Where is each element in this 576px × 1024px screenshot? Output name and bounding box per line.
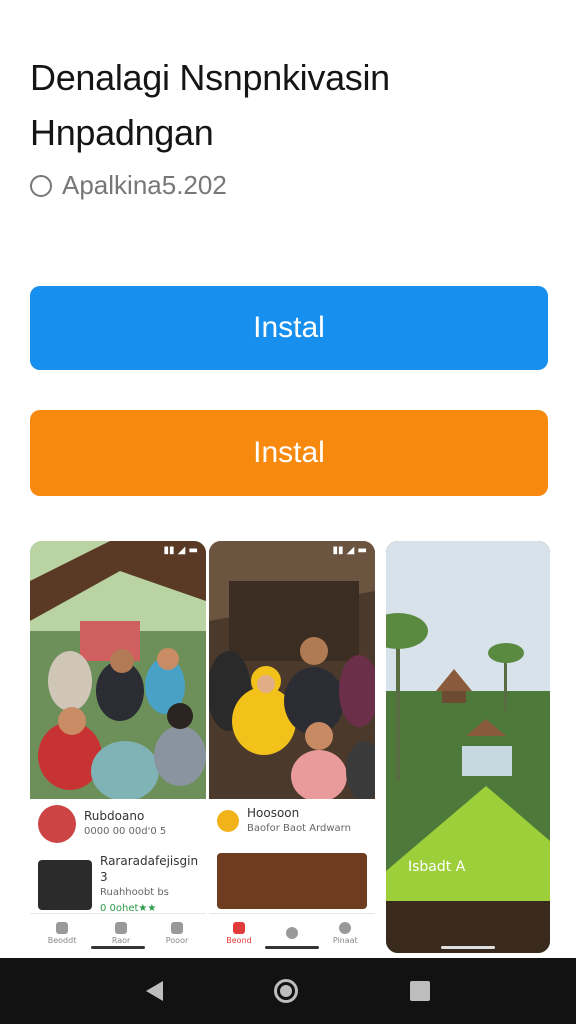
screenshot-photo [30,541,206,799]
item-subtitle: Ruahhoobt bs [100,887,169,898]
app-title: Denalagi Nsnpnkivasin Hnpadngan [30,57,390,153]
tab-feed[interactable]: Raor [112,922,130,945]
card-subtitle: 0000 00 00d'0 5 [84,826,167,837]
card-header[interactable]: Hoosoon Baofor Baot Ardwarn [217,805,367,837]
tab-favorites[interactable]: Pooor [166,922,188,945]
screenshot-photo [209,541,375,799]
card-header[interactable]: Rubdoano 0000 00 00d'0 5 [38,805,198,843]
avatar [38,805,76,843]
tab-home[interactable]: Beoddt [48,922,76,945]
recents-icon[interactable] [410,981,431,1001]
card-title: Rubdoano [84,809,145,823]
developer-name: Apalkina5.202 [62,170,227,200]
item-title: Rararadafejisgin 3 [100,854,199,884]
developer-row[interactable]: Apalkina5.202 [30,170,227,201]
video-thumbnail [38,860,92,910]
status-bar: ▮▮ ◢ ▬ [163,544,198,556]
list-item[interactable]: Rararadafejisgin 3 Ruahhoobt bs 0 0ohet★… [38,853,198,917]
card-subtitle: Baofor Baot Ardwarn [247,823,351,834]
home-indicator [265,946,319,949]
home-icon[interactable] [274,979,299,1003]
landscape-photo [386,541,550,953]
overlay-label: Isbadt A [408,859,466,875]
system-navigation-bar [0,958,576,1024]
circle-icon [30,174,52,197]
video-preview[interactable] [217,853,367,909]
tab-home[interactable]: Beond [226,922,252,945]
video-thumbnail [217,853,367,909]
screenshot-1[interactable]: ▮▮ ◢ ▬ Rubdoano 0000 00 00d'0 5 Rararada… [30,541,206,953]
feed-icon [115,922,128,934]
home-indicator [441,946,495,949]
status-bar: ▮▮ ◢ ▬ [332,544,367,556]
screenshot-3[interactable]: Isbadt A [386,541,550,953]
tab-center[interactable] [286,926,299,941]
profile-icon [339,922,352,934]
install-button-primary[interactable]: Instal [30,286,548,370]
home-icon [56,922,69,934]
home-icon [232,922,245,934]
circle-icon [286,926,299,939]
home-indicator [91,946,145,949]
avatar [217,810,239,832]
heart-icon [171,922,183,934]
install-button-secondary[interactable]: Instal [30,410,548,496]
back-icon[interactable] [145,981,163,1001]
screenshot-2[interactable]: ▮▮ ◢ ▬ Hoosoon Baofor Baot Ardwarn Beond… [209,541,375,953]
card-title: Hoosoon [247,806,300,820]
tab-profile[interactable]: Pinaat [333,922,358,945]
